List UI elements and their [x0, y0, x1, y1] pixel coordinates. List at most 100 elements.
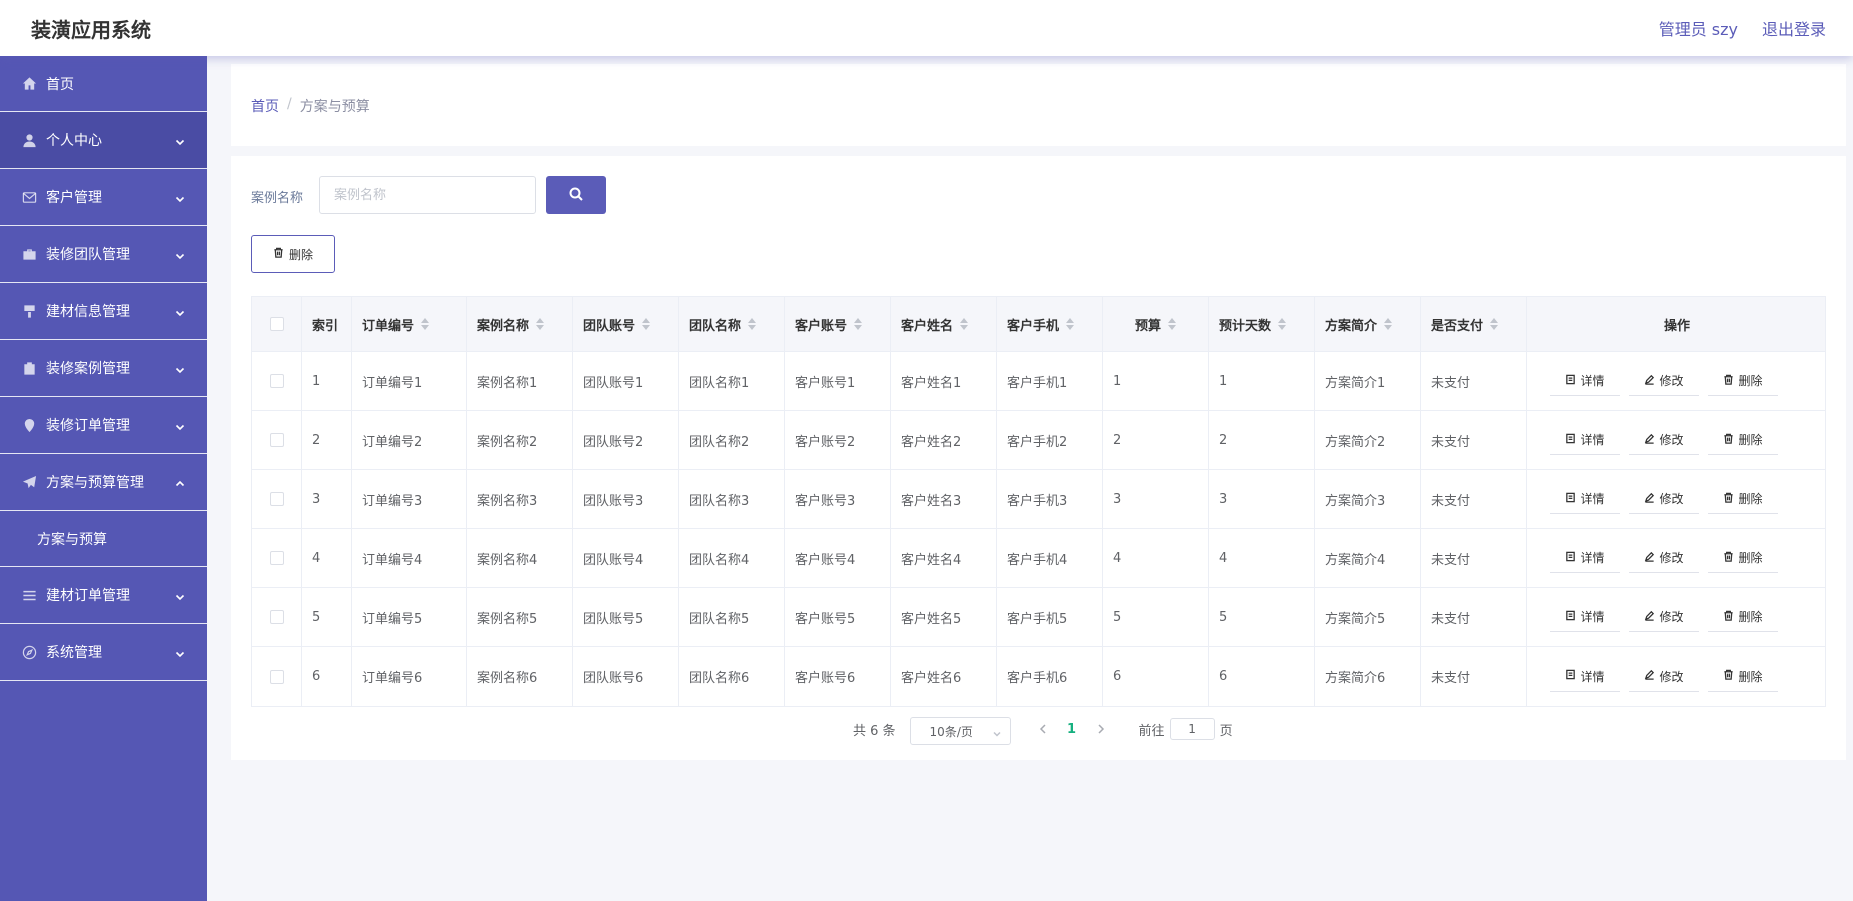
prev-page-button[interactable] [1029, 716, 1057, 742]
row-checkbox[interactable] [269, 433, 284, 447]
table-cell: 未支付 [1421, 470, 1527, 528]
column-header-label: 团队名称 [689, 318, 742, 334]
home-icon [21, 76, 37, 92]
sort-caret-icon[interactable] [960, 318, 969, 330]
column-header[interactable]: 方案简介 [1315, 297, 1421, 351]
table-cell: 团队账号6 [573, 647, 679, 706]
sort-caret-icon[interactable] [748, 318, 757, 330]
table-cell: 方案简介3 [1315, 470, 1421, 528]
delete-button-label: 删除 [1738, 492, 1763, 506]
breadcrumb-home[interactable]: 首页 [251, 96, 279, 116]
table-cell: 1 [1103, 352, 1209, 410]
admin-user-link[interactable]: 管理员 szy [1659, 16, 1738, 40]
sidebar-item-cases[interactable]: 装修案例管理 [0, 340, 207, 397]
delete-button[interactable]: 删除 [1708, 661, 1778, 692]
table-cell: 6 [302, 647, 352, 706]
table-cell: 4 [1103, 529, 1209, 587]
delete-button[interactable]: 删除 [1708, 543, 1778, 573]
sidebar-item-label: 个人中心 [46, 133, 102, 149]
sort-caret-icon[interactable] [421, 318, 430, 330]
table-cell: 团队名称6 [679, 647, 785, 706]
row-checkbox[interactable] [269, 669, 284, 684]
edit-button[interactable]: 修改 [1629, 484, 1699, 514]
sidebar-item-profile[interactable]: 个人中心 [0, 112, 207, 169]
column-header[interactable]: 案例名称 [467, 297, 573, 351]
sidebar-item-teams[interactable]: 装修团队管理 [0, 226, 207, 283]
edit-button-label: 修改 [1659, 669, 1684, 684]
sort-caret-icon[interactable] [854, 318, 863, 330]
detail-button[interactable]: 详情 [1550, 602, 1620, 632]
submenu-item-plan-budget[interactable]: 方案与预算 [0, 511, 207, 567]
sidebar-item-label: 建材订单管理 [46, 588, 130, 604]
search-button[interactable] [546, 176, 606, 214]
detail-button[interactable]: 详情 [1550, 543, 1620, 573]
column-header[interactable]: 预计天数 [1209, 297, 1315, 351]
sort-caret-icon[interactable] [1066, 318, 1075, 330]
column-header[interactable]: 客户姓名 [891, 297, 997, 351]
detail-button[interactable]: 详情 [1550, 484, 1620, 514]
column-header[interactable]: 团队名称 [679, 297, 785, 351]
column-header[interactable]: 客户账号 [785, 297, 891, 351]
chevron-down-icon [175, 420, 185, 431]
detail-button[interactable]: 详情 [1550, 661, 1620, 692]
column-header[interactable]: 团队账号 [573, 297, 679, 351]
column-header[interactable]: 是否支付 [1421, 297, 1527, 351]
edit-button[interactable]: 修改 [1629, 366, 1699, 396]
column-header[interactable]: 订单编号 [352, 297, 467, 351]
page-number-current[interactable]: 1 [1057, 716, 1087, 742]
table-cell: 未支付 [1421, 647, 1527, 706]
goto-page-input[interactable] [1169, 718, 1215, 740]
sort-caret-icon[interactable] [642, 318, 651, 330]
sidebar-item-plan-budget[interactable]: 方案与预算管理 [0, 454, 207, 511]
table-cell: 订单编号4 [352, 529, 467, 587]
edit-button[interactable]: 修改 [1629, 543, 1699, 573]
header-checkbox-cell [252, 297, 302, 351]
table-cell: 案例名称4 [467, 529, 573, 587]
table-cell: 5 [1209, 588, 1315, 646]
sort-caret-icon[interactable] [1278, 318, 1287, 330]
row-actions-cell: 详情 修改 删除 [1527, 588, 1827, 646]
row-checkbox[interactable] [269, 551, 284, 565]
delete-button[interactable]: 删除 [1708, 366, 1778, 396]
column-header-label: 索引 [312, 318, 339, 334]
row-checkbox[interactable] [269, 610, 284, 624]
sort-caret-icon[interactable] [1490, 318, 1499, 330]
page-size-select[interactable]: 10条/页 [909, 717, 1011, 745]
detail-button[interactable]: 详情 [1550, 425, 1620, 455]
detail-button[interactable]: 详情 [1550, 366, 1620, 396]
column-header[interactable]: 客户手机 [997, 297, 1103, 351]
logout-link[interactable]: 退出登录 [1762, 16, 1826, 40]
case-name-search-input[interactable] [319, 176, 536, 214]
document-icon [1565, 433, 1576, 447]
delete-button[interactable]: 删除 [1708, 484, 1778, 514]
delete-button[interactable]: 删除 [1708, 602, 1778, 632]
sidebar-item-customers[interactable]: 客户管理 [0, 169, 207, 226]
next-page-button[interactable] [1087, 716, 1115, 742]
pagination: 共 6 条 10条/页 1 前往 页 [853, 716, 1233, 745]
edit-button[interactable]: 修改 [1629, 602, 1699, 632]
table-cell: 未支付 [1421, 411, 1527, 469]
sort-caret-icon[interactable] [1168, 318, 1176, 330]
sort-caret-icon[interactable] [1384, 318, 1393, 330]
batch-delete-button[interactable]: 删除 [251, 235, 335, 273]
row-checkbox[interactable] [269, 374, 284, 388]
column-header-label: 客户账号 [795, 318, 848, 334]
edit-button[interactable]: 修改 [1629, 425, 1699, 455]
sidebar-item-materials[interactable]: 建材信息管理 [0, 283, 207, 340]
table-cell: 客户姓名5 [891, 588, 997, 646]
delete-button[interactable]: 删除 [1708, 425, 1778, 455]
column-header[interactable]: 预算 [1103, 297, 1209, 351]
table-cell: 案例名称3 [467, 470, 573, 528]
row-actions: 详情 修改 删除 [1537, 602, 1778, 632]
sidebar-item-orders[interactable]: 装修订单管理 [0, 397, 207, 454]
sidebar-item-material-orders[interactable]: 建材订单管理 [0, 567, 207, 624]
sidebar-item-system[interactable]: 系统管理 [0, 624, 207, 681]
edit-button[interactable]: 修改 [1629, 661, 1699, 692]
select-all-checkbox[interactable] [269, 317, 284, 331]
table-cell: 客户手机1 [997, 352, 1103, 410]
sort-caret-icon[interactable] [536, 318, 545, 330]
table-cell: 客户账号5 [785, 588, 891, 646]
page-size-value: 10条/页 [929, 724, 973, 739]
row-checkbox[interactable] [269, 492, 284, 506]
sidebar-item-home[interactable]: 首页 [0, 56, 207, 112]
